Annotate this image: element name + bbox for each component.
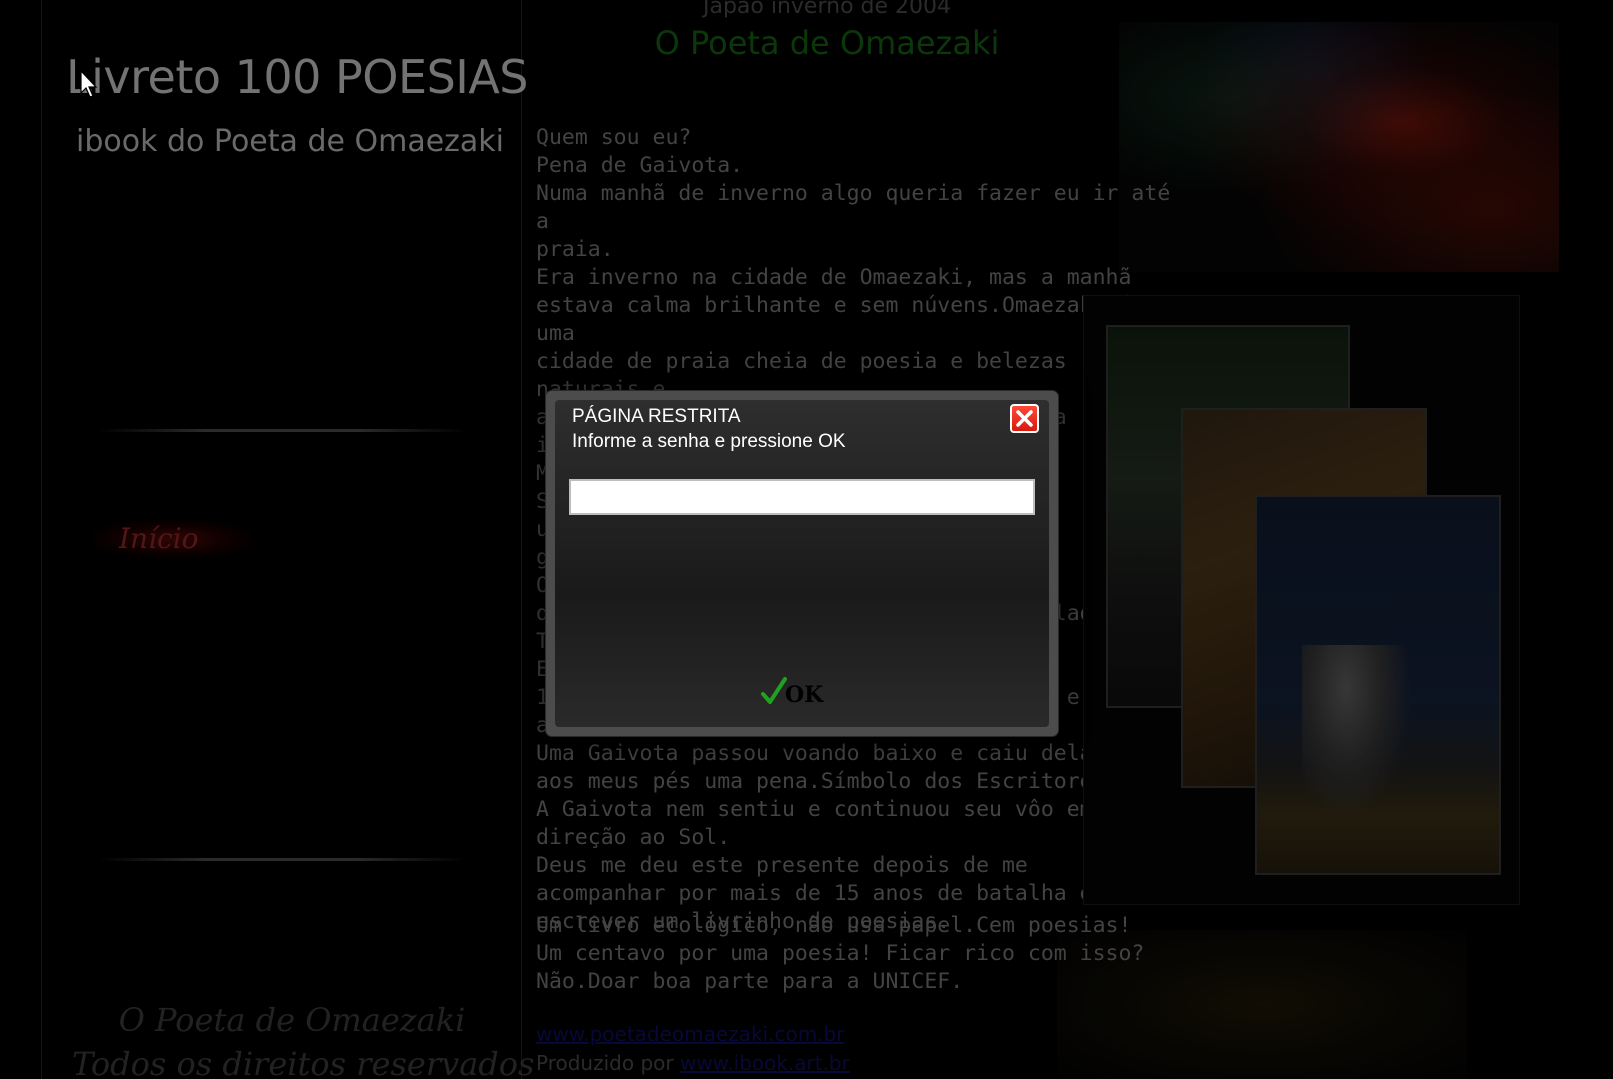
- ok-label: OK: [785, 682, 824, 708]
- dialog-message: Informe a senha e pressione OK: [572, 431, 846, 452]
- close-button[interactable]: [1010, 404, 1039, 433]
- checkmark-icon: [761, 677, 787, 704]
- close-icon: [1016, 410, 1033, 427]
- dialog-title: PÁGINA RESTRITA: [572, 406, 741, 427]
- mouse-pointer-icon: [80, 70, 98, 98]
- password-input[interactable]: [569, 479, 1035, 515]
- ok-button[interactable]: OK: [761, 672, 824, 708]
- password-dialog: PÁGINA RESTRITA Informe a senha e pressi…: [546, 391, 1058, 736]
- dialog-body: PÁGINA RESTRITA Informe a senha e pressi…: [555, 400, 1049, 727]
